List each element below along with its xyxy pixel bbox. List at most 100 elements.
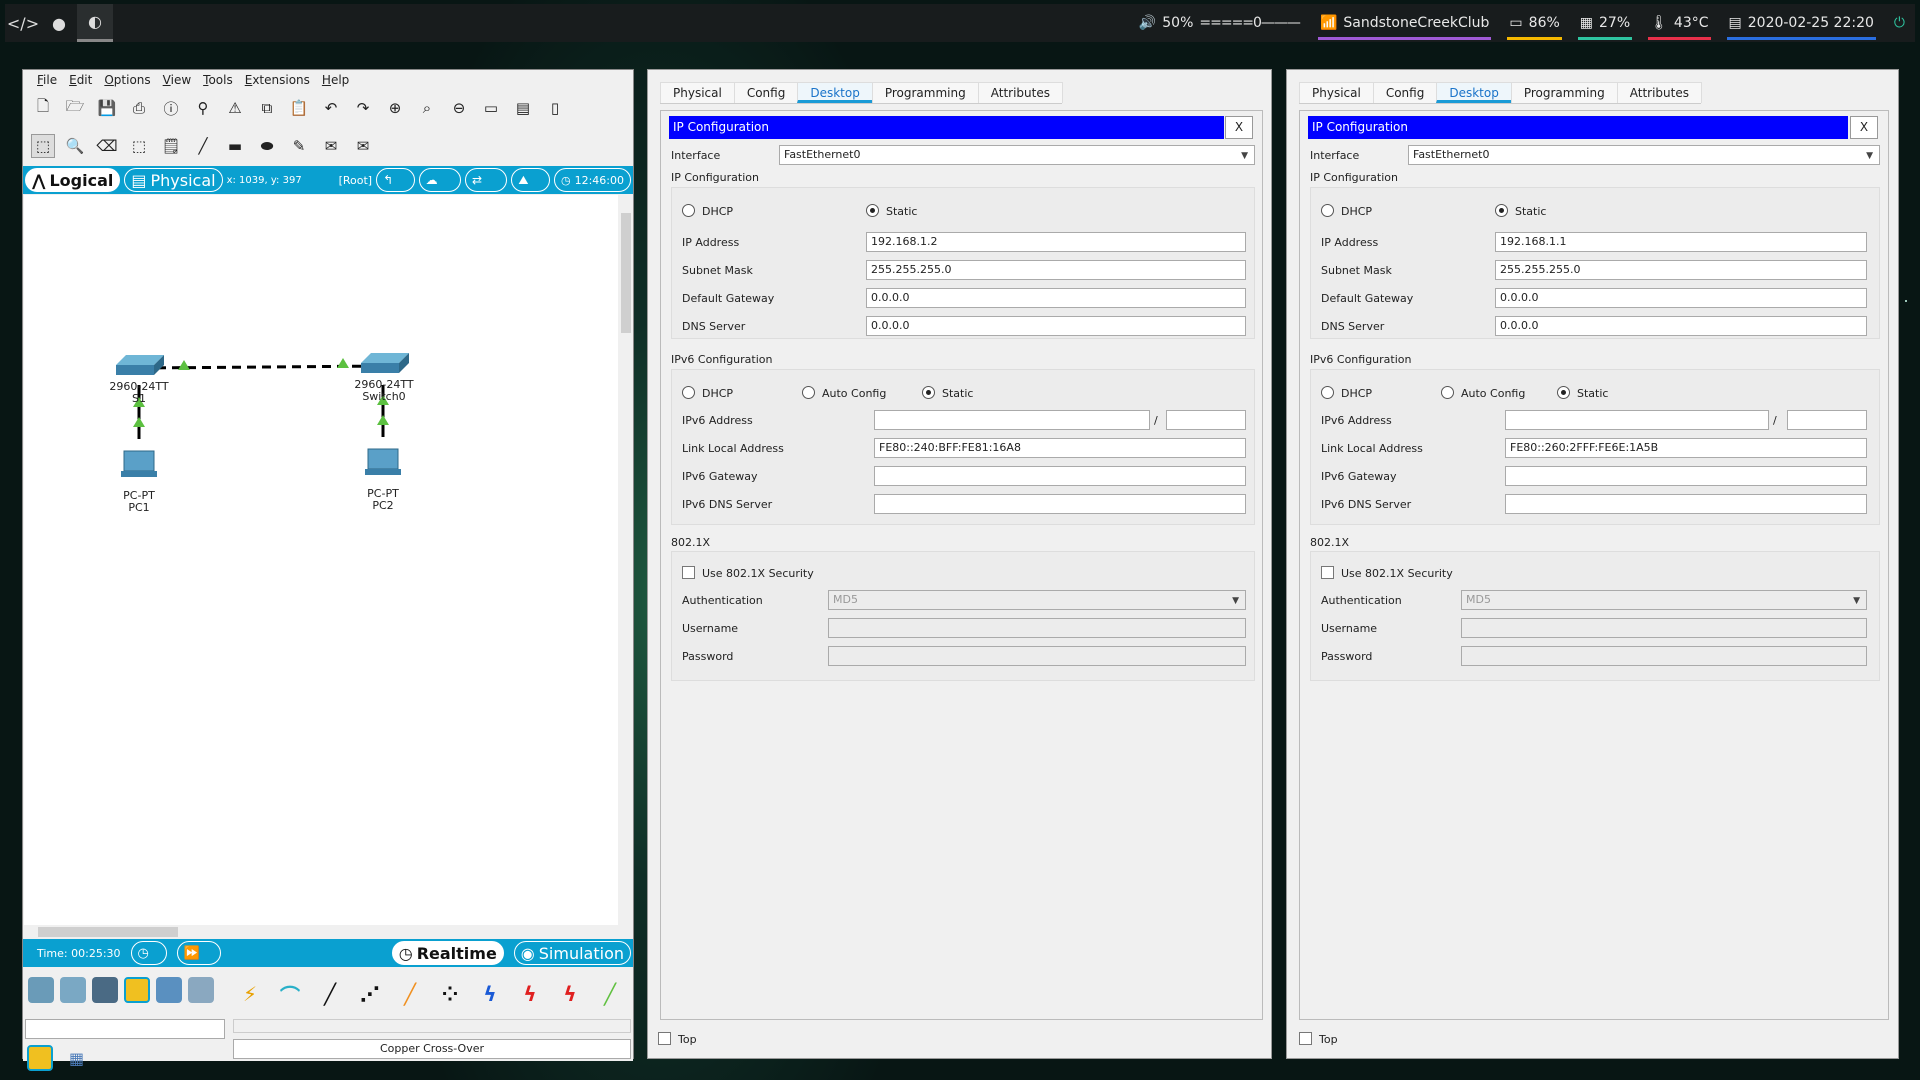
components-icon[interactable] [92,977,118,1003]
top-checkbox[interactable] [1299,1032,1312,1045]
menu-help[interactable]: Help [316,73,355,87]
network-info-icon[interactable]: ⚲ [191,96,215,120]
ip-address-input[interactable]: 192.168.1.1 [1495,232,1867,252]
select-icon[interactable]: ⬚ [31,134,55,158]
open-folder-icon[interactable]: 🗁 [63,96,87,120]
pc2-icon[interactable] [365,448,401,475]
print-icon[interactable]: ⎙ [127,96,151,120]
ipv6-dns-input[interactable] [1505,494,1867,514]
octal-cable-icon[interactable]: ╱ [593,977,627,1011]
vscroll-thumb[interactable] [621,213,631,333]
tab-physical[interactable]: Physical [1299,82,1374,103]
misc-icon[interactable] [156,977,182,1003]
paste-icon[interactable]: 📋 [287,96,311,120]
authentication-select[interactable]: MD5 ▼ [828,590,1246,610]
note-icon[interactable]: 🗒 [159,134,183,158]
connections-icon[interactable] [124,977,150,1003]
workspace-1[interactable]: </> [5,4,41,42]
menu-view[interactable]: View [157,73,197,87]
dns-server-input[interactable]: 0.0.0.0 [1495,316,1867,336]
auto-cable-icon[interactable]: ⚡ [233,977,267,1011]
password-input[interactable] [828,646,1246,666]
menu-edit[interactable]: Edit [63,73,98,87]
top-checkbox[interactable] [658,1032,671,1045]
ipv6-prefix-input[interactable] [1787,410,1867,430]
draw-rect-icon[interactable]: ▬ [223,134,247,158]
hscroll-thumb[interactable] [38,927,178,937]
activity-wizard-icon[interactable]: ⚠ [223,96,247,120]
default-gateway-input[interactable]: 0.0.0.0 [1495,288,1867,308]
ipv6-static-radio[interactable] [1557,386,1570,399]
redo-icon[interactable]: ↷ [351,96,375,120]
dns-server-input[interactable]: 0.0.0.0 [866,316,1246,336]
logical-tab[interactable]: ⋀ Logical [25,168,121,192]
cable-scrollbar[interactable] [233,1019,631,1033]
use-dot1x-checkbox[interactable] [682,566,695,579]
menu-extensions[interactable]: Extensions [239,73,316,87]
tab-attributes[interactable]: Attributes [977,82,1063,103]
close-button[interactable]: X [1850,116,1878,139]
background-image-icon[interactable]: ⛰ [511,168,550,192]
ipv6-auto-radio[interactable] [802,386,815,399]
resize-icon[interactable]: ⬚ [127,134,151,158]
undo-icon[interactable]: ↶ [319,96,343,120]
info-icon[interactable]: ⓘ [159,96,183,120]
canvas-vertical-scrollbar[interactable] [619,195,633,925]
tab-programming[interactable]: Programming [1510,82,1618,103]
straight-through-cable-icon[interactable]: ╱ [313,977,347,1011]
multiuser-icon[interactable] [188,977,214,1003]
tab-physical[interactable]: Physical [660,82,735,103]
tab-attributes[interactable]: Attributes [1616,82,1702,103]
end-devices-icon[interactable] [60,977,86,1003]
authentication-select[interactable]: MD5 ▼ [1461,590,1867,610]
save-icon[interactable]: 💾 [95,96,119,120]
cluster-icon[interactable]: ☁ [418,168,462,192]
ipv6-static-radio[interactable] [922,386,935,399]
pdu-list-icon[interactable]: ▯ [543,96,567,120]
phone-cable-icon[interactable]: ⁘ [433,977,467,1011]
complex-pdu-icon[interactable]: ✉ [351,134,375,158]
canvas-horizontal-scrollbar[interactable] [24,925,618,939]
ipv6-gateway-input[interactable] [1505,466,1867,486]
console-cable-icon[interactable]: ⌒ [273,977,307,1011]
pc1-icon[interactable] [121,450,157,477]
tab-config[interactable]: Config [733,82,799,103]
subnet-mask-input[interactable]: 255.255.255.0 [866,260,1246,280]
workspace-2[interactable]: ● [41,4,77,42]
subnet-mask-input[interactable]: 255.255.255.0 [1495,260,1867,280]
ipv6-dns-input[interactable] [874,494,1246,514]
delete-icon[interactable]: ⌫ [95,134,119,158]
default-gateway-input[interactable]: 0.0.0.0 [866,288,1246,308]
inspect-icon[interactable]: 🔍 [63,134,87,158]
logical-canvas[interactable]: 2960-24TT S1 2960-24TT Switch0 PC-PT PC1 PC… [24,195,618,925]
serial-dce-cable-icon[interactable]: ϟ [513,977,547,1011]
connection-subtype-icon[interactable] [27,1045,53,1071]
serial-dte-cable-icon[interactable]: ϟ [553,977,587,1011]
close-button[interactable]: X [1225,116,1253,139]
custom-devices-icon[interactable]: ▤ [511,96,535,120]
password-input[interactable] [1461,646,1867,666]
tab-desktop[interactable]: Desktop [797,82,873,103]
ipv4-dhcp-radio[interactable] [1321,204,1334,217]
username-input[interactable] [828,618,1246,638]
move-object-icon[interactable]: ⇄ [465,168,508,192]
fiber-cable-icon[interactable]: ╱ [393,977,427,1011]
back-button[interactable]: ↰ [376,168,415,192]
ipv4-static-radio[interactable] [866,204,879,217]
workspace-3[interactable]: ◐ [77,4,113,42]
physical-tab[interactable]: ▤ Physical [124,168,223,192]
realtime-tab[interactable]: ◷ Realtime [391,941,504,965]
ipv4-static-radio[interactable] [1495,204,1508,217]
network-devices-icon[interactable] [28,977,54,1003]
cross-over-cable-icon[interactable]: ⋰ [353,977,387,1011]
power-cycle-button[interactable]: ◷ [130,941,167,965]
ipv6-auto-radio[interactable] [1441,386,1454,399]
grid-icon[interactable]: ▦ [69,1049,84,1068]
zoom-reset-icon[interactable]: ⌕ [415,96,439,120]
ipv6-dhcp-radio[interactable] [682,386,695,399]
link-local-input[interactable]: FE80::240:BFF:FE81:16A8 [874,438,1246,458]
draw-line-icon[interactable]: ╱ [191,134,215,158]
power-button[interactable]: ⏻ [1892,4,1907,42]
switch-sw0-icon[interactable] [361,353,409,373]
wifi-module[interactable]: 📶 SandstoneCreekClub [1317,4,1492,42]
